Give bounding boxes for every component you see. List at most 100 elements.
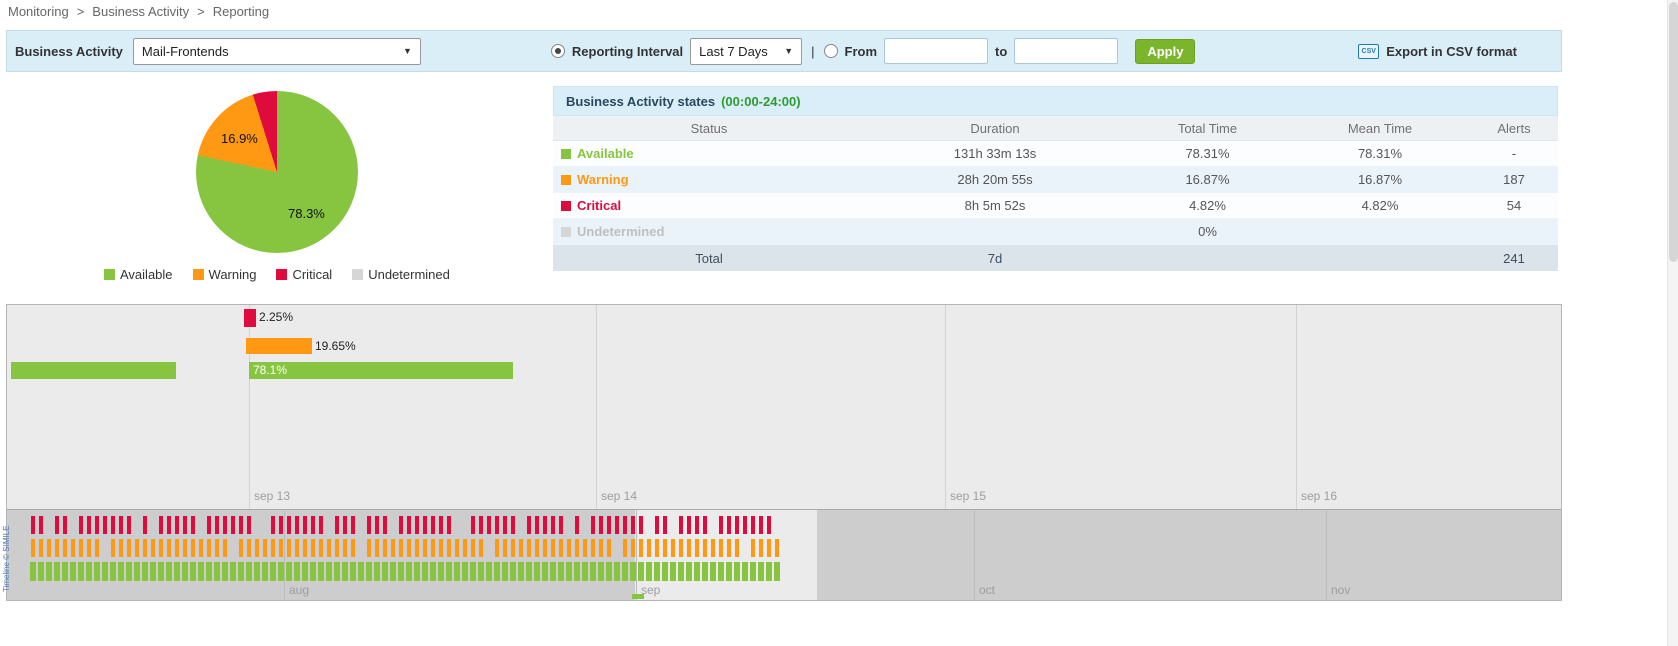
timeline-tick-available [366,562,372,581]
total-cell-duration: 7d [865,251,1125,266]
timeline-tick-available [222,562,228,581]
timeline-tick-critical [735,516,739,534]
timeline-tick-critical [607,516,611,534]
breadcrumb-item-business-activity[interactable]: Business Activity [92,4,189,19]
timeline-tick-warning [223,539,227,557]
timeline-tick-critical [663,516,667,534]
legend-label: Available [120,267,173,282]
timeline-tick-critical [743,516,747,534]
table-cell-duration: 131h 33m 13s [865,146,1125,161]
table-body: Available131h 33m 13s78.31%78.31%-Warnin… [553,141,1558,245]
timeline-tick-warning [295,539,299,557]
timeline-bar-available [249,362,513,379]
timeline-tick-available [102,562,108,581]
export-csv-button[interactable]: CSV Export in CSV format [1358,44,1517,59]
timeline-tick-available [150,562,156,581]
timeline-lower-band[interactable]: augsepoctnov [7,509,1561,600]
timeline-bar-value: 78.1% [253,362,287,379]
timeline-tick-available [550,562,556,581]
timeline-tick-warning [391,539,395,557]
business-activity-select[interactable]: Mail-Frontends ▼ [133,38,421,65]
timeline-tick-critical [511,516,515,534]
status-cell: Undetermined [553,224,865,239]
timeline-tick-critical [279,516,283,534]
breadcrumb-item-monitoring[interactable]: Monitoring [8,4,69,19]
timeline-tick-critical [247,516,251,534]
timeline-tick-warning [583,539,587,557]
timeline-tick-available [670,562,676,581]
timeline-tick-critical [295,516,299,534]
timeline-bar-value: 19.65% [315,338,356,355]
timeline-tick-critical [207,516,211,534]
timeline-tick-available [254,562,260,581]
vertical-scrollbar[interactable] [1667,0,1678,646]
timeline-tick-available [318,562,324,581]
apply-button[interactable]: Apply [1135,39,1195,64]
timeline-tick-available [718,562,724,581]
table-cell-total_time: 16.87% [1125,172,1290,187]
breadcrumb-item-reporting[interactable]: Reporting [213,4,269,19]
timeline-tick-critical [63,516,67,534]
from-label: From [845,44,878,59]
timeline-tick-warning [719,539,723,557]
timeline-tick-warning [511,539,515,557]
timeline-tick-available [710,562,716,581]
timeline-tick-critical [479,516,483,534]
custom-period-radio[interactable] [824,44,838,58]
timeline-tick-critical [615,516,619,534]
timeline-tick-warning [439,539,443,557]
timeline-tick-available [342,562,348,581]
timeline-tick-available [526,562,532,581]
timeline-tick-critical [399,516,403,534]
timeline-tick-warning [375,539,379,557]
timeline-tick-available [638,562,644,581]
timeline-tick-available [38,562,44,581]
timeline-tick-warning [479,539,483,557]
scrollbar-thumb[interactable] [1669,2,1678,262]
timeline-tick-warning [303,539,307,557]
timeline-tick-available [382,562,388,581]
business-activity-value: Mail-Frontends [142,44,229,59]
timeline-tick-available [494,562,500,581]
from-date-input[interactable] [884,38,988,64]
timeline-tick-available [302,562,308,581]
to-date-input[interactable] [1014,38,1118,64]
timeline-tick-critical [31,516,35,534]
timeline-tick-warning [463,539,467,557]
timeline-tick-warning [655,539,659,557]
table-cell-mean_time: 78.31% [1290,146,1470,161]
timeline-tick-available [406,562,412,581]
timeline-tick-available [214,562,220,581]
timeline-tick-warning [47,539,51,557]
timeline-day-gridline [596,305,597,509]
status-label: Undetermined [577,224,664,239]
timeline-tick-available [310,562,316,581]
timeline-tick-warning [535,539,539,557]
timeline-tick-critical [759,516,763,534]
status-swatch-undetermined [561,227,571,237]
table-cell-total_time: 4.82% [1125,198,1290,213]
timeline-tick-available [270,562,276,581]
timeline-tick-warning [647,539,651,557]
status-label: Critical [577,198,621,213]
timeline-upper-band[interactable]: sep 13sep 14sep 15sep 162.25%19.65%78.1% [7,305,1561,509]
timeline-tick-warning [175,539,179,557]
timeline-tick-critical [703,516,707,534]
timeline-tick-warning [143,539,147,557]
timeline-tick-critical [695,516,699,534]
reporting-interval-radio[interactable] [551,44,565,58]
timeline-tick-warning [447,539,451,557]
timeline-tick-critical [111,516,115,534]
timeline-month-gridline [974,510,975,600]
status-swatch-warning [561,175,571,185]
timeline-tick-critical [655,516,659,534]
timeline-tick-critical [335,516,339,534]
reporting-interval-select[interactable]: Last 7 Days ▼ [690,38,802,65]
timeline-tick-warning [567,539,571,557]
timeline-credit: Timeline © SIMILE [2,525,11,592]
timeline-tick-available [734,562,740,581]
timeline-tick-critical [231,516,235,534]
timeline-tick-available [94,562,100,581]
pie-chart [196,91,358,253]
table-cell-alerts: - [1470,146,1558,161]
